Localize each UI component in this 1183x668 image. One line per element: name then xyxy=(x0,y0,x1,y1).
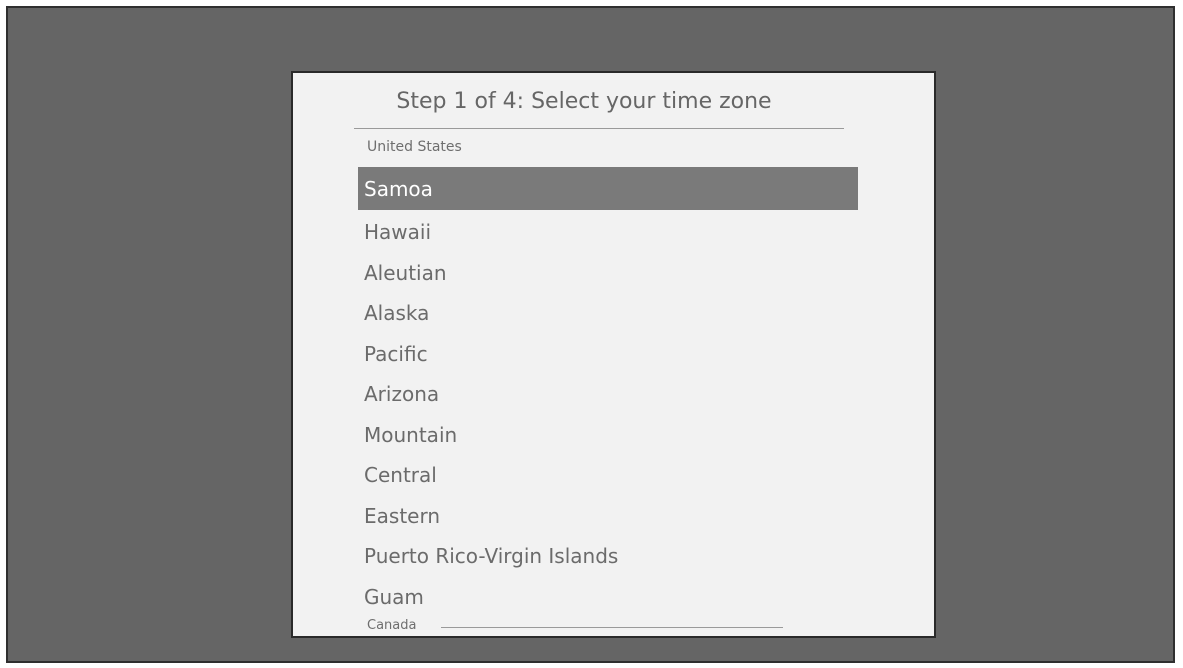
time-zone-option-hawaii[interactable]: Hawaii xyxy=(358,210,858,251)
time-zone-option-aleutian[interactable]: Aleutian xyxy=(358,251,858,292)
time-zone-option-central[interactable]: Central xyxy=(358,453,858,494)
dialog-title: Step 1 of 4: Select your time zone xyxy=(396,89,772,114)
time-zone-option-puerto-rico-virgin-islands[interactable]: Puerto Rico-Virgin Islands xyxy=(358,534,858,575)
canada-section-divider xyxy=(441,627,783,628)
time-zone-option-alaska[interactable]: Alaska xyxy=(358,291,858,332)
time-zone-option-mountain[interactable]: Mountain xyxy=(358,413,858,454)
time-zone-option-guam[interactable]: Guam xyxy=(358,575,858,616)
tv-screen-backdrop: Step 1 of 4: Select your time zone Unite… xyxy=(6,6,1175,663)
time-zone-dialog: Step 1 of 4: Select your time zone Unite… xyxy=(291,71,936,638)
time-zone-list: Samoa Hawaii Aleutian Alaska Pacific Ari… xyxy=(358,167,858,615)
time-zone-option-eastern[interactable]: Eastern xyxy=(358,494,858,535)
section-label-united-states: United States xyxy=(367,139,462,155)
section-label-canada: Canada xyxy=(367,618,417,633)
time-zone-option-pacific[interactable]: Pacific xyxy=(358,332,858,373)
time-zone-option-samoa[interactable]: Samoa xyxy=(358,167,858,210)
time-zone-option-arizona[interactable]: Arizona xyxy=(358,372,858,413)
title-divider xyxy=(354,128,844,129)
